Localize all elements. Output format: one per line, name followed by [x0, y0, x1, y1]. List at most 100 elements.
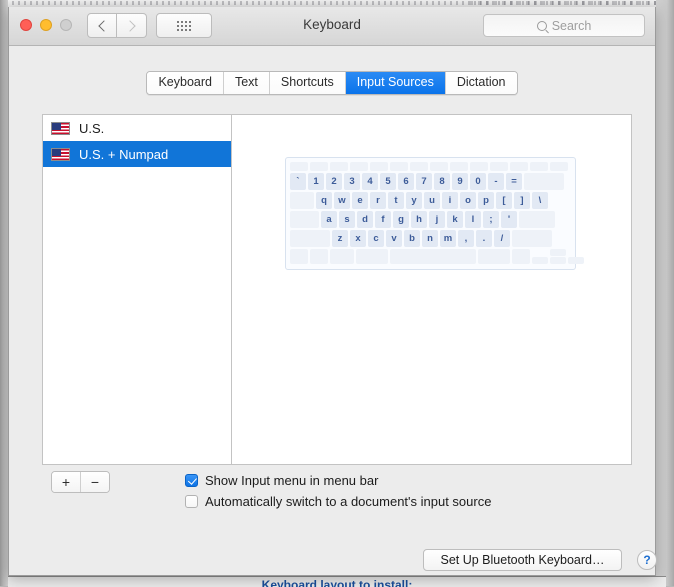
key-f12: [530, 162, 548, 171]
set-up-bluetooth-keyboard-button[interactable]: Set Up Bluetooth Keyboard…: [423, 549, 622, 571]
desktop-right-edge: [656, 0, 674, 586]
key-n: n: [422, 230, 438, 247]
key-m: m: [440, 230, 456, 247]
key-semicolon: ;: [483, 211, 499, 228]
remove-input-source-button[interactable]: −: [80, 472, 109, 492]
key-fn: [290, 249, 308, 264]
key-slash: /: [494, 230, 510, 247]
key-backtick: `: [290, 173, 306, 190]
key-e: e: [352, 192, 368, 209]
key-arrow-left: [532, 257, 548, 264]
keyboard-row-qwerty: q w e r t y u i o p [ ] \: [290, 192, 571, 209]
key-g: g: [393, 211, 409, 228]
key-i: i: [442, 192, 458, 209]
keyboard-row-function: [290, 162, 571, 171]
key-f11: [510, 162, 528, 171]
key-f4: [370, 162, 388, 171]
key-f2: [330, 162, 348, 171]
background-window[interactable]: Keyboard layout to install:: [8, 576, 666, 587]
desktop-background: Keyboard layout to install:: [0, 0, 674, 586]
tab-text[interactable]: Text: [224, 72, 270, 94]
key-f10: [490, 162, 508, 171]
help-button[interactable]: ?: [637, 550, 657, 570]
input-source-list[interactable]: U.S. U.S. + Numpad: [43, 115, 232, 464]
key-c: c: [368, 230, 384, 247]
keyboard-preferences-window: Keyboard Search Keyboard Text Shortcuts …: [8, 7, 656, 576]
keyboard-row-modifiers: [290, 249, 571, 264]
checkbox-show-input-menu[interactable]: [185, 474, 198, 487]
menu-bar-status-items-blurred: [470, 1, 674, 5]
key-j: j: [429, 211, 445, 228]
key-bracket-left: [: [496, 192, 512, 209]
keyboard-diagram: ` 1 2 3 4 5 6 7 8 9 0 - =: [285, 157, 576, 270]
option-auto-switch[interactable]: Automatically switch to a document's inp…: [185, 494, 491, 509]
key-k: k: [447, 211, 463, 228]
key-esc: [290, 162, 308, 171]
key-return: [519, 211, 555, 228]
key-command-right: [478, 249, 510, 264]
tab-shortcuts[interactable]: Shortcuts: [270, 72, 346, 94]
key-f7: [430, 162, 448, 171]
key-space: [390, 249, 476, 264]
search-placeholder: Search: [552, 19, 592, 33]
add-input-source-button[interactable]: +: [52, 472, 80, 492]
search-field[interactable]: Search: [483, 14, 645, 37]
tab-keyboard[interactable]: Keyboard: [147, 72, 224, 94]
key-comma: ,: [458, 230, 474, 247]
us-flag-icon: [51, 122, 70, 135]
key-3: 3: [344, 173, 360, 190]
key-r: r: [370, 192, 386, 209]
list-item-us[interactable]: U.S.: [43, 115, 231, 141]
key-1: 1: [308, 173, 324, 190]
key-f6: [410, 162, 428, 171]
options-group: Show Input menu in menu bar Automaticall…: [185, 473, 491, 515]
key-9: 9: [452, 173, 468, 190]
key-shift-right: [512, 230, 552, 247]
key-o: o: [460, 192, 476, 209]
keyboard-layout-preview: ` 1 2 3 4 5 6 7 8 9 0 - =: [232, 115, 631, 464]
tab-input-sources[interactable]: Input Sources: [346, 72, 446, 94]
key-q: q: [316, 192, 332, 209]
key-6: 6: [398, 173, 414, 190]
key-control: [310, 249, 328, 264]
key-minus: -: [488, 173, 504, 190]
list-item-us-numpad[interactable]: U.S. + Numpad: [43, 141, 231, 167]
key-f3: [350, 162, 368, 171]
option-show-input-menu[interactable]: Show Input menu in menu bar: [185, 473, 491, 488]
key-f1: [310, 162, 328, 171]
key-h: h: [411, 211, 427, 228]
key-f8: [450, 162, 468, 171]
window-toolbar: Keyboard Search: [9, 7, 655, 46]
arrow-key-cluster: [550, 249, 566, 264]
key-p: p: [478, 192, 494, 209]
key-v: v: [386, 230, 402, 247]
key-arrow-right: [568, 257, 584, 264]
checkbox-auto-switch[interactable]: [185, 495, 198, 508]
key-0: 0: [470, 173, 486, 190]
us-flag-icon: [51, 148, 70, 161]
key-x: x: [350, 230, 366, 247]
key-7: 7: [416, 173, 432, 190]
key-a: a: [321, 211, 337, 228]
key-bracket-right: ]: [514, 192, 530, 209]
key-command-left: [356, 249, 388, 264]
key-equals: =: [506, 173, 522, 190]
key-4: 4: [362, 173, 378, 190]
key-t: t: [388, 192, 404, 209]
key-f9: [470, 162, 488, 171]
key-shift-left: [290, 230, 330, 247]
key-arrow-up: [550, 249, 566, 256]
key-option-left: [330, 249, 354, 264]
key-2: 2: [326, 173, 342, 190]
key-u: u: [424, 192, 440, 209]
key-8: 8: [434, 173, 450, 190]
option-label: Automatically switch to a document's inp…: [205, 494, 491, 509]
key-l: l: [465, 211, 481, 228]
tab-dictation[interactable]: Dictation: [446, 72, 517, 94]
key-period: .: [476, 230, 492, 247]
tab-group: Keyboard Text Shortcuts Input Sources Di…: [146, 71, 517, 95]
key-f5: [390, 162, 408, 171]
tab-bar: Keyboard Text Shortcuts Input Sources Di…: [9, 71, 655, 95]
key-5: 5: [380, 173, 396, 190]
key-quote: ': [501, 211, 517, 228]
